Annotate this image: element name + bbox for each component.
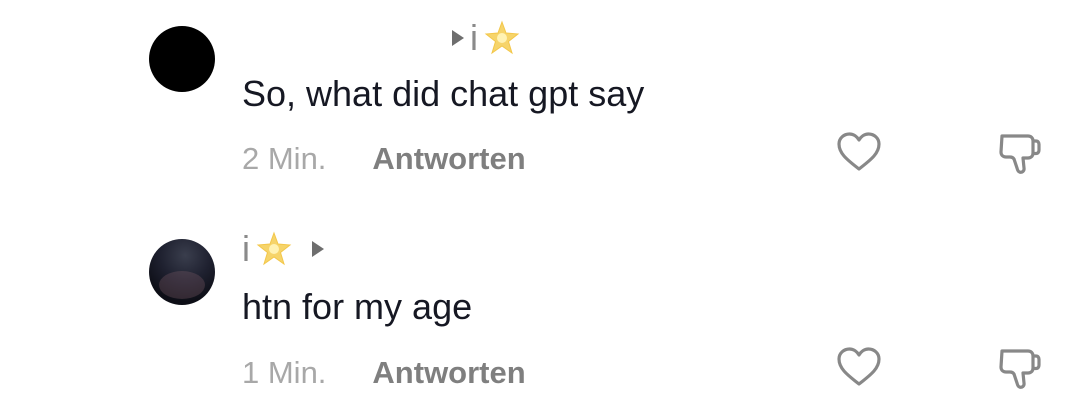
heart-outline-icon[interactable] (834, 343, 884, 393)
comment-time: 2 Min. (242, 141, 327, 176)
username[interactable]: i (470, 17, 478, 59)
comment-meta: 2 Min. Antworten (242, 141, 526, 177)
reply-button[interactable]: Antworten (372, 355, 525, 391)
comment-author-row[interactable]: i (242, 228, 324, 270)
heart-outline-icon[interactable] (834, 128, 884, 178)
sparkle-star-icon (484, 20, 520, 55)
avatar[interactable] (149, 239, 215, 305)
reply-button[interactable]: Antworten (372, 141, 525, 177)
sparkle-star-icon (256, 231, 292, 266)
triangle-right-icon (452, 30, 464, 46)
comment-meta: 1 Min. Antworten (242, 355, 526, 391)
avatar[interactable] (149, 26, 215, 92)
triangle-right-icon (312, 241, 324, 257)
username[interactable]: i (242, 228, 250, 270)
thumbs-down-outline-icon[interactable] (994, 343, 1044, 393)
comment-time: 1 Min. (242, 355, 327, 390)
comment-text: So, what did chat gpt say (242, 73, 645, 114)
thumbs-down-outline-icon[interactable] (994, 128, 1044, 178)
comment-item: i htn for my age 1 Min. Antworten (0, 212, 1080, 417)
comment-author-row[interactable]: i (452, 17, 520, 59)
comment-text: htn for my age (242, 286, 473, 327)
comment-item: i So, what did chat gpt say 2 Min. Antwo… (0, 0, 1080, 200)
